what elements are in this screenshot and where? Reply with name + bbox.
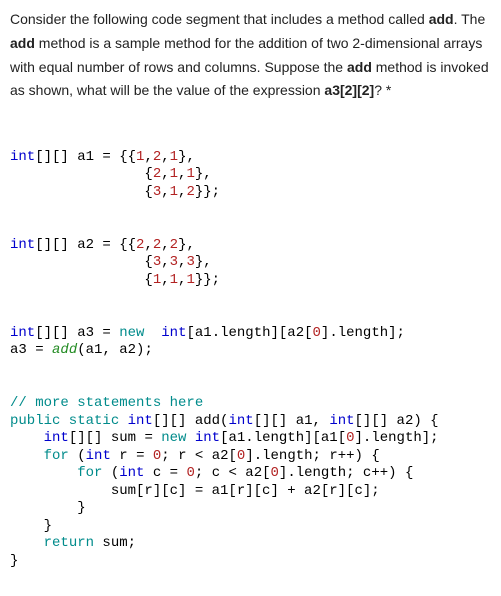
comment: // more statements here (10, 395, 203, 411)
kw-new: new (161, 430, 186, 446)
kw-for: for (44, 448, 69, 464)
q-expr: a3[2][2] (324, 82, 374, 98)
call-add: add (52, 342, 77, 358)
kw-int: int (44, 430, 69, 446)
q-part-1: Consider the following code segment that… (10, 11, 429, 27)
question-text: Consider the following code segment that… (10, 8, 491, 103)
kw-int: int (10, 149, 35, 165)
kw-public-static: public static (10, 413, 128, 429)
q-add-2: add (10, 35, 35, 51)
q-part-5: ? * (374, 82, 391, 98)
kw-int: int (119, 465, 144, 481)
array-a1: int[][] a1 = {{1,2,1}, {2,1,1}, {3,1,2}}… (10, 149, 491, 202)
kw-int: int (86, 448, 111, 464)
kw-int: int (128, 413, 153, 429)
kw-int: int (329, 413, 354, 429)
kw-new: new (119, 325, 144, 341)
array-a3: int[][] a3 = new int[a1.length][a2[0].le… (10, 325, 491, 360)
kw-int: int (10, 237, 35, 253)
kw-return: return (44, 535, 94, 551)
code-block: int[][] a1 = {{1,2,1}, {2,1,1}, {3,1,2}}… (10, 131, 491, 588)
method-add: // more statements here public static in… (10, 395, 491, 570)
kw-int: int (228, 413, 253, 429)
kw-int: int (161, 325, 186, 341)
q-add-1: add (429, 11, 454, 27)
kw-for: for (77, 465, 102, 481)
q-add-3: add (347, 59, 372, 75)
array-a2: int[][] a2 = {{2,2,2}, {3,3,3}, {1,1,1}}… (10, 237, 491, 290)
q-part-2: . The (454, 11, 486, 27)
kw-int: int (10, 325, 35, 341)
kw-int: int (195, 430, 220, 446)
